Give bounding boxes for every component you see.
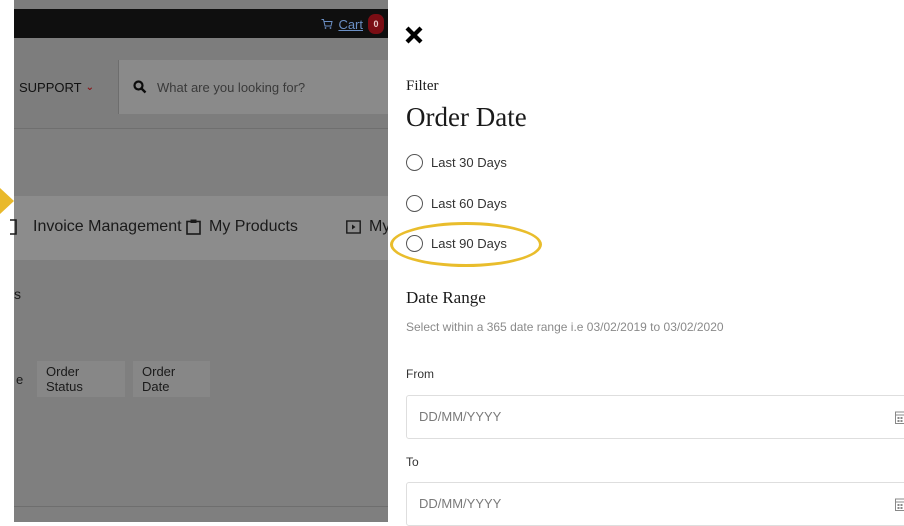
from-date-placeholder: DD/MM/YYYY [419,409,501,424]
footer-band [14,506,388,522]
order-date-label: Order Date [142,364,201,394]
support-menu[interactable]: SUPPORT ⌄ [19,80,94,95]
page-overlay: Cart 0 SUPPORT ⌄ What are you looking fo… [0,0,388,522]
option-last-30-days[interactable]: Last 30 Days [406,154,507,171]
tab-my-other[interactable]: My [346,218,388,236]
radio-button[interactable] [406,154,423,171]
arrow-marker [0,188,14,214]
cart-label: Cart [338,17,363,32]
support-menu-label: SUPPORT [19,80,82,95]
close-icon[interactable] [404,25,424,45]
filter-heading: Filter [406,78,439,95]
option-last-90-days[interactable]: Last 90 Days [406,235,507,252]
to-date-placeholder: DD/MM/YYYY [419,496,501,511]
top-bar: Cart 0 [14,9,388,38]
tab-invoice-management[interactable]: Invoice Management [10,218,182,236]
calendar-icon[interactable] [895,497,904,511]
play-box-icon [346,219,361,235]
calendar-icon[interactable] [895,410,904,424]
date-range-hint: Select within a 365 date range i.e 03/02… [406,320,724,334]
order-status-label: Order Status [46,364,116,394]
date-range-title: Date Range [406,288,486,308]
column-header-order-date[interactable]: Order Date [133,361,210,397]
to-date-input[interactable]: DD/MM/YYYY [406,482,904,526]
option-label: Last 30 Days [431,155,507,170]
radio-button[interactable] [406,235,423,252]
main-nav: SUPPORT ⌄ What are you looking for? [14,48,388,128]
column-header-order-status[interactable]: Order Status [37,361,125,397]
tab-invoice-management-label: Invoice Management [33,218,182,236]
left-rail [0,0,14,522]
filter-panel: Filter Order Date Last 30 Days Last 60 D… [388,0,904,522]
chevron-down-icon: ⌄ [86,82,94,93]
banner-band [14,128,388,197]
to-label: To [406,455,419,469]
column-header-fragment: e [16,372,23,387]
invoice-icon [10,219,25,235]
radio-button[interactable] [406,195,423,212]
search-placeholder: What are you looking for? [157,80,305,95]
from-date-input[interactable]: DD/MM/YYYY [406,395,904,439]
tab-my-other-label: My [369,218,388,236]
cart-link[interactable]: Cart 0 [321,14,384,34]
tab-my-products-label: My Products [209,218,298,236]
section-title-fragment: s [14,286,21,302]
cart-count-badge: 0 [368,14,384,34]
from-label: From [406,367,434,381]
clipboard-icon [186,219,201,235]
tab-my-products[interactable]: My Products [186,218,298,236]
option-last-60-days[interactable]: Last 60 Days [406,195,507,212]
order-date-title: Order Date [406,102,527,133]
option-label: Last 90 Days [431,236,507,251]
option-label: Last 60 Days [431,196,507,211]
cart-icon [321,18,333,30]
search-icon [133,80,147,94]
search-bar[interactable]: What are you looking for? [118,60,388,114]
